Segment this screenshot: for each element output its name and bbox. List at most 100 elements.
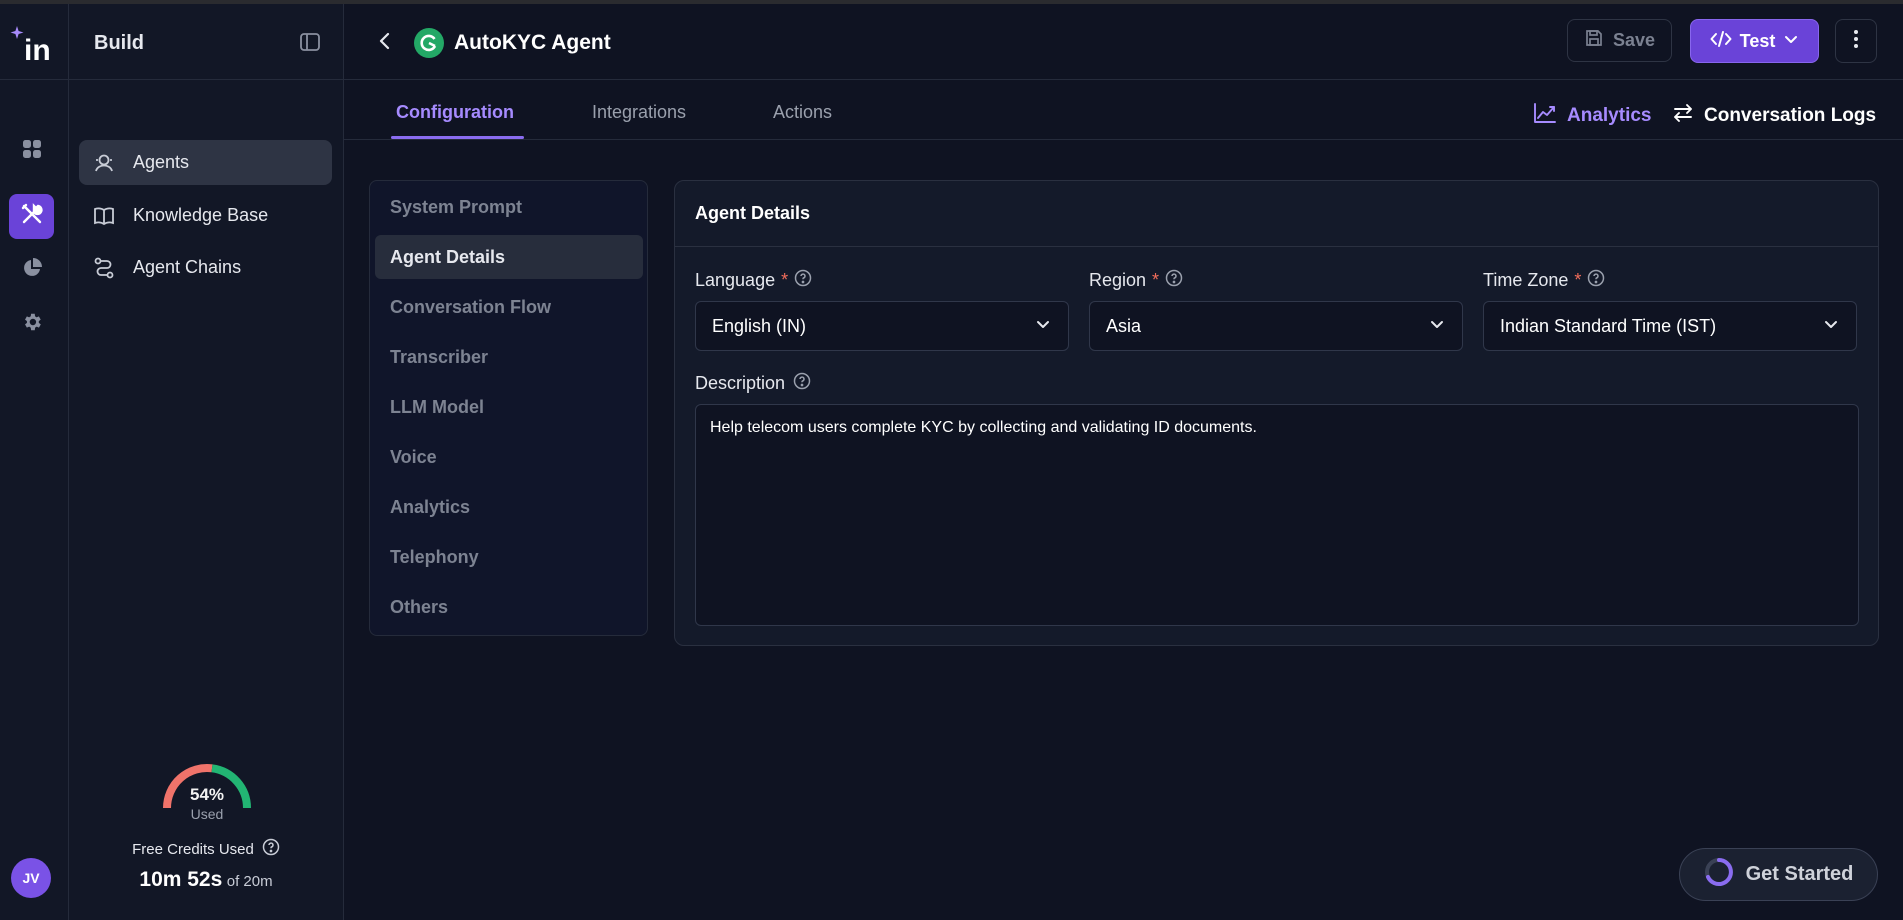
timezone-value: Indian Standard Time (IST) <box>1500 315 1717 336</box>
grid-icon <box>22 139 42 164</box>
region-label-row: Region * <box>1089 269 1183 292</box>
active-tab-indicator <box>391 136 524 139</box>
rail-settings-button[interactable] <box>9 302 54 347</box>
credits-label: Free Credits Used <box>132 840 254 858</box>
book-icon <box>93 205 119 227</box>
language-label-row: Language * <box>695 269 812 292</box>
gear-icon <box>21 311 43 338</box>
region-select[interactable]: Asia <box>1089 301 1463 351</box>
timezone-select[interactable]: Indian Standard Time (IST) <box>1483 301 1857 351</box>
description-label-row: Description <box>695 372 811 395</box>
agent-logo-icon <box>414 28 444 58</box>
sidebar-item-agents[interactable]: Agents <box>79 140 332 185</box>
required-mark: * <box>1152 270 1160 290</box>
description-textarea[interactable]: Help telecom users complete KYC by colle… <box>695 404 1859 626</box>
sidebar-item-label: Knowledge Base <box>133 205 269 225</box>
description-label: Description <box>695 373 786 393</box>
credits-total: of 20m <box>226 873 273 890</box>
agent-title: AutoKYC Agent <box>454 31 611 54</box>
section-item-voice[interactable]: Voice <box>375 435 643 479</box>
test-button[interactable]: Test <box>1690 19 1819 63</box>
test-label: Test <box>1739 30 1776 51</box>
chevron-down-icon <box>1822 315 1840 338</box>
section-item-llm-model[interactable]: LLM Model <box>375 385 643 429</box>
help-icon[interactable] <box>1165 269 1183 292</box>
region-value: Asia <box>1106 315 1142 336</box>
panel-title: Agent Details <box>695 203 811 223</box>
credits-value-row: 10m 52s of 20m <box>69 868 343 892</box>
rail-build-button[interactable] <box>9 194 54 239</box>
section-item-others[interactable]: Others <box>375 585 643 629</box>
chain-icon <box>93 257 119 279</box>
tab-configuration[interactable]: Configuration <box>396 102 514 123</box>
chevron-down-icon <box>1428 315 1446 338</box>
build-sidebar: Build Agents Knowledge Base Agent Chains… <box>69 4 344 920</box>
sidebar-item-label: Agents <box>133 152 190 172</box>
panel-divider <box>675 246 1878 247</box>
config-section-nav: System Prompt Agent Details Conversation… <box>369 180 648 636</box>
agent-icon <box>93 152 119 174</box>
swap-arrows-icon <box>1672 102 1694 130</box>
get-started-label: Get Started <box>1745 863 1854 885</box>
sidebar-header: Build <box>69 4 343 80</box>
help-icon[interactable] <box>262 838 280 860</box>
language-label: Language <box>695 270 776 290</box>
sidebar-item-agent-chains[interactable]: Agent Chains <box>79 245 332 290</box>
chevron-left-icon <box>374 32 396 56</box>
help-icon[interactable] <box>1587 269 1605 292</box>
chevron-down-icon <box>1034 315 1052 338</box>
sidebar-item-knowledge-base[interactable]: Knowledge Base <box>79 193 332 238</box>
section-item-agent-details[interactable]: Agent Details <box>375 235 643 279</box>
rail-divider <box>0 79 68 80</box>
analytics-link[interactable]: Analytics <box>1533 102 1651 130</box>
save-icon <box>1584 28 1604 53</box>
user-avatar[interactable]: JV <box>11 858 51 898</box>
save-button[interactable]: Save <box>1567 19 1672 62</box>
tools-icon <box>20 202 44 231</box>
region-label: Region <box>1089 270 1147 290</box>
analytics-label: Analytics <box>1567 105 1652 126</box>
more-options-button[interactable] <box>1835 19 1877 63</box>
rail-dashboard-button[interactable] <box>9 129 54 174</box>
credits-used-caption: Used <box>190 806 224 822</box>
conversation-logs-link[interactable]: Conversation Logs <box>1672 102 1876 130</box>
section-item-conversation-flow[interactable]: Conversation Flow <box>375 285 643 329</box>
conversation-logs-label: Conversation Logs <box>1704 105 1877 126</box>
required-mark: * <box>781 270 789 290</box>
trend-chart-icon <box>1533 102 1557 130</box>
panel-toggle-icon <box>299 33 321 57</box>
required-mark: * <box>1574 270 1582 290</box>
chevron-down-icon <box>1783 31 1799 52</box>
credits-label-row: Free Credits Used <box>69 838 343 860</box>
brand-logo[interactable]: in <box>10 26 56 67</box>
page-header: AutoKYC Agent Save Test <box>344 4 1903 80</box>
credits-used-value: 10m 52s <box>139 868 223 891</box>
section-item-telephony[interactable]: Telephony <box>375 535 643 579</box>
tab-actions[interactable]: Actions <box>773 102 832 123</box>
config-tabs: Configuration Integrations Actions Analy… <box>344 80 1903 140</box>
help-icon[interactable] <box>793 372 811 395</box>
svg-text:in: in <box>24 34 51 66</box>
section-item-system-prompt[interactable]: System Prompt <box>375 185 643 229</box>
section-item-analytics[interactable]: Analytics <box>375 485 643 529</box>
sidebar-collapse-button[interactable] <box>299 31 321 58</box>
help-icon[interactable] <box>794 269 812 292</box>
language-select[interactable]: English (IN) <box>695 301 1069 351</box>
app-rail: in JV <box>0 4 69 920</box>
get-started-button[interactable]: Get Started <box>1679 848 1878 901</box>
sidebar-item-label: Agent Chains <box>133 257 242 277</box>
rail-reports-button[interactable] <box>9 248 54 293</box>
back-button[interactable] <box>374 30 396 57</box>
timezone-label-row: Time Zone * <box>1483 269 1605 292</box>
section-item-transcriber[interactable]: Transcriber <box>375 335 643 379</box>
sidebar-title: Build <box>94 32 144 54</box>
kebab-menu-icon <box>1853 29 1859 54</box>
credits-percent: 54% <box>189 785 225 804</box>
code-icon <box>1710 29 1732 54</box>
timezone-label: Time Zone <box>1483 270 1569 290</box>
save-label: Save <box>1612 30 1656 50</box>
tab-integrations[interactable]: Integrations <box>592 102 686 123</box>
progress-ring-icon <box>1704 857 1734 893</box>
language-value: English (IN) <box>712 315 807 336</box>
pie-chart-icon <box>22 258 42 283</box>
